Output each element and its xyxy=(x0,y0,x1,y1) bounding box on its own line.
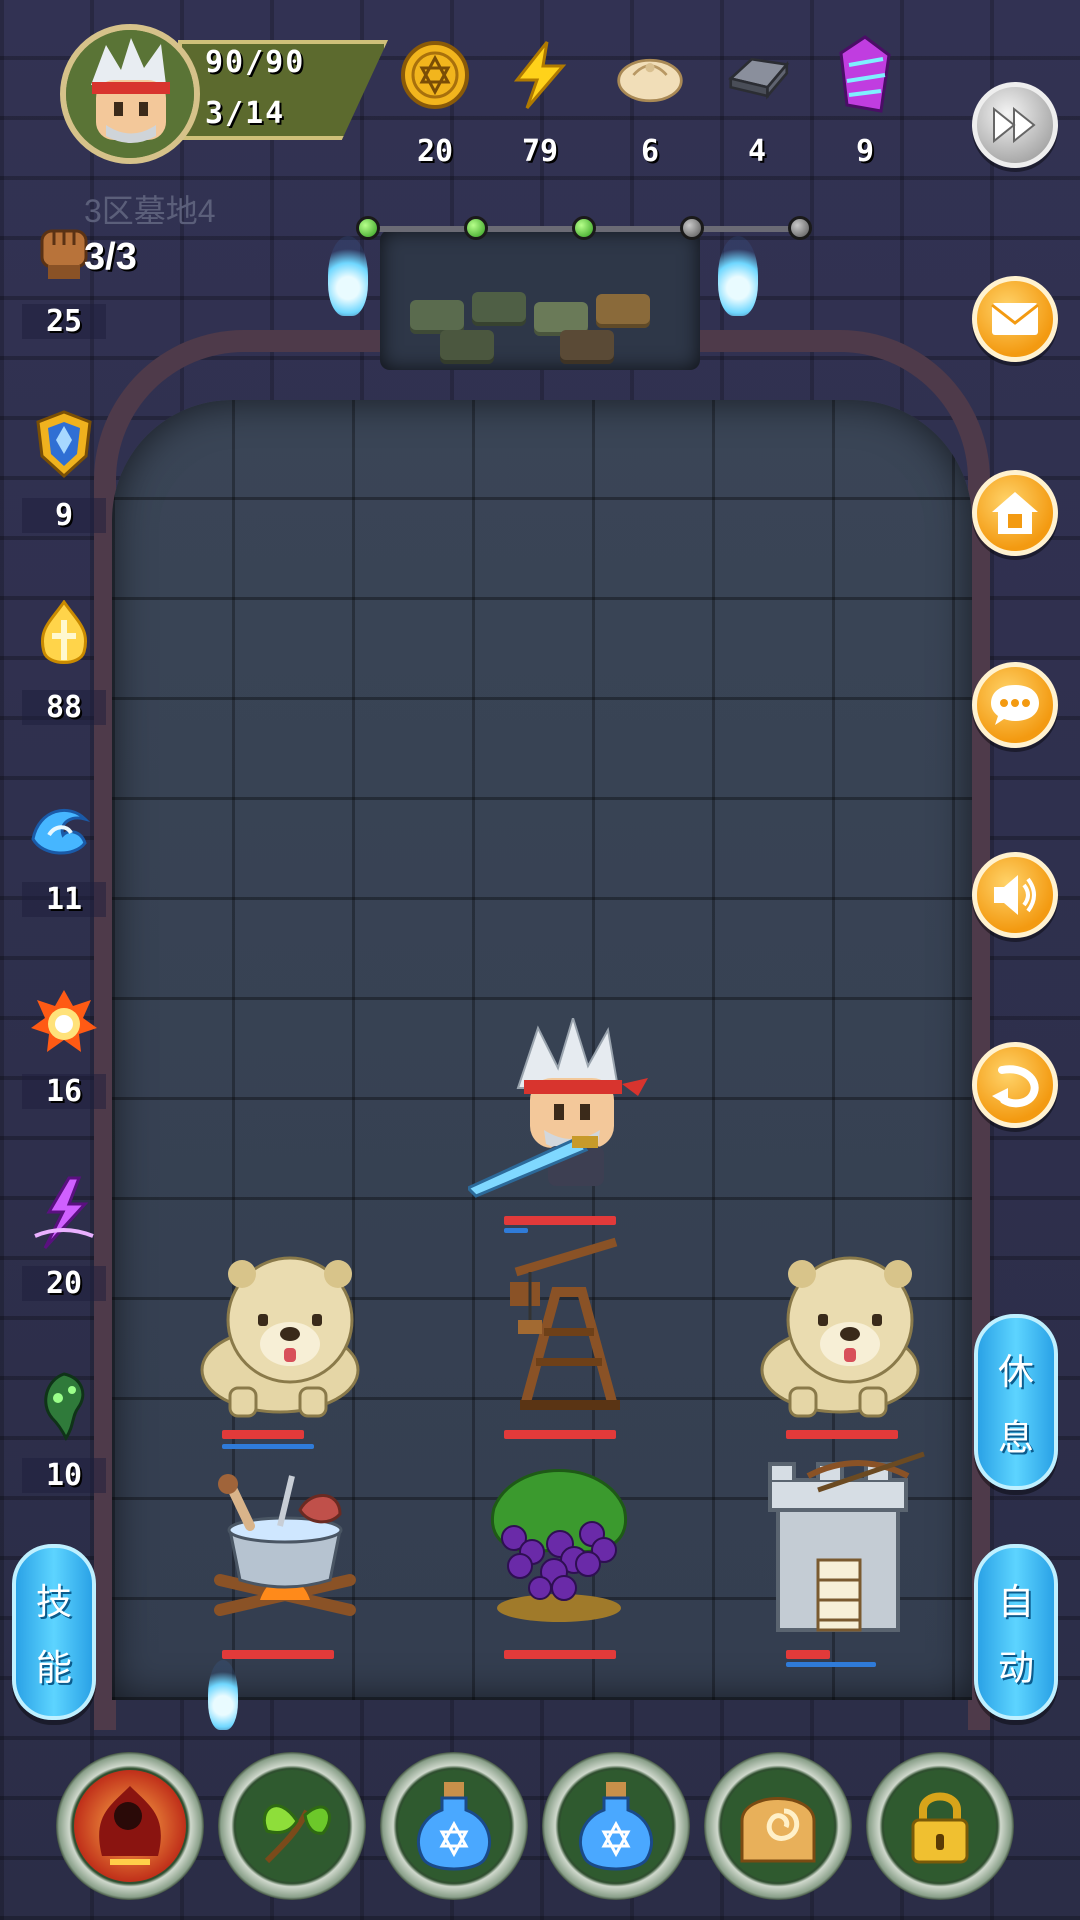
dungeon-gate xyxy=(380,230,700,370)
chat-button[interactable] xyxy=(972,662,1058,748)
item-slot-bread[interactable] xyxy=(704,1752,852,1900)
blue-flame-left xyxy=(328,236,368,316)
fast-forward-icon xyxy=(993,106,1036,144)
sound-button[interactable] xyxy=(972,852,1058,938)
gold-coin-icon xyxy=(400,40,470,110)
mail-button[interactable] xyxy=(972,276,1058,362)
blue-potion-icon xyxy=(560,1770,672,1882)
skill-button[interactable]: 技 能 xyxy=(12,1544,96,1720)
lightning-value: 20 xyxy=(22,1266,106,1301)
chow-dog-left[interactable] xyxy=(190,1240,370,1424)
resource-coin: 20 xyxy=(390,40,480,169)
bread-roll-icon xyxy=(722,1770,834,1882)
flame-cape-icon xyxy=(74,1770,186,1882)
resource-energy: 79 xyxy=(495,40,585,169)
rest-label-2: 息 xyxy=(997,1418,1034,1459)
hp-value: 90/90 xyxy=(205,45,306,80)
home-button[interactable] xyxy=(972,470,1058,556)
lightning-icon xyxy=(505,40,575,110)
grape-vine-unit[interactable] xyxy=(474,1448,644,1632)
speaker-icon xyxy=(994,875,1036,915)
energy-count: 79 xyxy=(521,134,559,169)
attack-charges: 3/3 xyxy=(84,236,137,278)
hero-unit[interactable] xyxy=(465,1014,668,1202)
resource-bun: 6 xyxy=(605,40,695,169)
crystal-count: 9 xyxy=(855,134,875,169)
cooking-pot-unit[interactable] xyxy=(200,1470,370,1634)
watchtower-mp-bar xyxy=(786,1662,876,1667)
fireball-icon xyxy=(29,986,99,1056)
bun-count: 6 xyxy=(640,134,660,169)
herb-leaf-icon xyxy=(236,1770,348,1882)
dumpling-icon xyxy=(615,40,685,110)
player-avatar[interactable] xyxy=(60,24,200,164)
item-slot-potion-2[interactable] xyxy=(542,1752,690,1900)
dog-right-hp-bar xyxy=(786,1430,898,1439)
water-value: 11 xyxy=(22,882,106,917)
water-wave-icon xyxy=(29,794,99,864)
stat-holy: 88 xyxy=(22,600,106,725)
stat-defense: 9 xyxy=(22,410,106,533)
holy-value: 88 xyxy=(22,690,106,725)
item-slot-locked[interactable] xyxy=(866,1752,1014,1900)
undo-button[interactable] xyxy=(972,1042,1058,1128)
iron-ingot-icon xyxy=(722,40,792,110)
stat-poison: 10 xyxy=(22,1370,106,1493)
poison-drop-icon xyxy=(29,1370,99,1441)
stat-water: 11 xyxy=(22,794,106,917)
fire-value: 16 xyxy=(22,1074,106,1109)
chow-dog-right[interactable] xyxy=(750,1240,930,1424)
blue-flame-right xyxy=(718,236,758,316)
catapult-unit[interactable] xyxy=(496,1232,636,1416)
stage-node-5 xyxy=(788,216,812,240)
holy-flame-icon xyxy=(29,600,99,672)
resource-crystal: 9 xyxy=(820,35,910,169)
stat-fire: 16 xyxy=(22,986,106,1109)
cooking-pot-hp-bar xyxy=(222,1650,334,1659)
dog-left-mp-bar xyxy=(222,1444,314,1449)
auto-button[interactable]: 自 动 xyxy=(974,1544,1058,1720)
item-slot-potion-1[interactable] xyxy=(380,1752,528,1900)
watchtower-hp-bar xyxy=(786,1650,830,1659)
item-slot-herb[interactable] xyxy=(218,1752,366,1900)
padlock-icon xyxy=(884,1770,996,1882)
stage-node-3 xyxy=(572,216,596,240)
stat-lightning: 20 xyxy=(22,1176,106,1301)
rest-label-1: 休 xyxy=(997,1352,1034,1393)
chat-bubble-icon xyxy=(991,685,1039,725)
fast-forward-button[interactable] xyxy=(972,82,1058,168)
stage-node-1 xyxy=(356,216,380,240)
poison-value: 10 xyxy=(22,1458,106,1493)
dog-left-hp-bar xyxy=(222,1430,304,1439)
stage-node-2 xyxy=(464,216,488,240)
skill-slot-flame-cape[interactable] xyxy=(56,1752,204,1900)
resource-iron: 4 xyxy=(712,40,802,169)
stage-node-4 xyxy=(680,216,704,240)
shield-icon xyxy=(29,410,99,480)
rest-button[interactable]: 休 息 xyxy=(974,1314,1058,1490)
catapult-hp-bar xyxy=(504,1430,616,1439)
coin-count: 20 xyxy=(416,134,454,169)
iron-count: 4 xyxy=(747,134,767,169)
skill-label-1: 技 xyxy=(35,1582,72,1623)
envelope-icon xyxy=(991,303,1039,335)
auto-label-2: 动 xyxy=(997,1648,1034,1689)
crystal-icon xyxy=(830,35,900,113)
skill-label-2: 能 xyxy=(35,1648,72,1689)
level-progress: 3/14 xyxy=(205,96,286,131)
defense-value: 9 xyxy=(22,498,106,533)
auto-label-1: 自 xyxy=(997,1582,1034,1623)
home-icon xyxy=(992,492,1038,534)
purple-lightning-icon xyxy=(29,1176,99,1250)
return-arrow-icon xyxy=(992,1065,1039,1108)
attack-value: 25 xyxy=(22,304,106,339)
blue-flame-bottom xyxy=(208,1660,238,1730)
watchtower-unit[interactable] xyxy=(748,1440,938,1644)
grape-vine-hp-bar xyxy=(504,1650,616,1659)
blue-potion-icon xyxy=(398,1770,510,1882)
hero-hp-bar xyxy=(504,1216,616,1225)
